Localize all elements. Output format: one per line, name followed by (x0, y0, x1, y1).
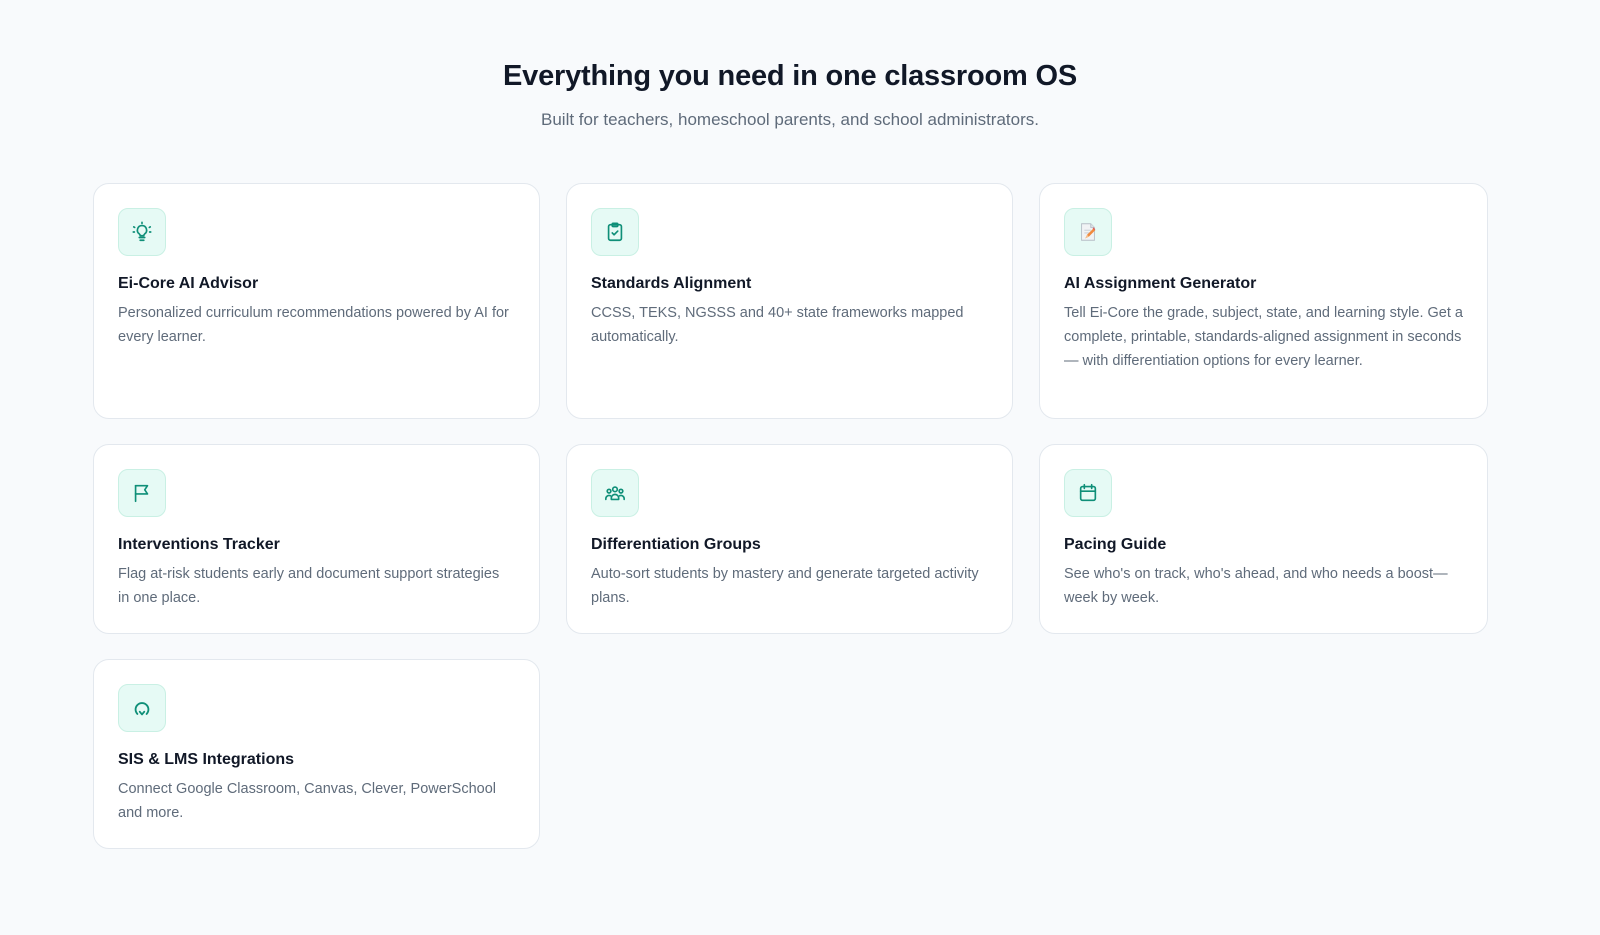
flag-icon (118, 469, 166, 517)
feature-title: Differentiation Groups (591, 536, 761, 553)
feature-description: Flag at-risk students early and document… (118, 566, 500, 606)
lightbulb-icon (118, 208, 166, 256)
feature-title: AI Assignment Generator (1064, 275, 1257, 292)
feature-card-ai-advisor: Ei-Core AI Advisor Personalized curricul… (93, 183, 540, 419)
feature-card-pacing-guide: Pacing Guide See who's on track, who's a… (1039, 444, 1488, 634)
feature-description: Personalized curriculum recommendations … (118, 305, 509, 345)
integration-link-icon (118, 684, 166, 732)
section-title: Everything you need in one classroom OS (503, 60, 1077, 92)
feature-title: Pacing Guide (1064, 536, 1167, 553)
feature-description: CCSS, TEKS, NGSSS and 40+ state framewor… (591, 305, 964, 345)
section-subtitle: Built for teachers, homeschool parents, … (541, 110, 1039, 129)
feature-title: Interventions Tracker (118, 536, 280, 553)
feature-card-standards-alignment: Standards Alignment CCSS, TEKS, NGSSS an… (566, 183, 1013, 419)
feature-description: Tell Ei-Core the grade, subject, state, … (1064, 305, 1463, 369)
feature-card-interventions-tracker: Interventions Tracker Flag at-risk stude… (93, 444, 540, 634)
feature-description: Connect Google Classroom, Canvas, Clever… (118, 781, 496, 821)
features-section: Everything you need in one classroom OS … (0, 0, 1600, 935)
document-pencil-icon (1064, 208, 1112, 256)
feature-description: See who's on track, who's ahead, and who… (1064, 566, 1448, 606)
feature-grid: Ei-Core AI Advisor Personalized curricul… (93, 183, 1488, 849)
feature-card-differentiation-groups: Differentiation Groups Auto-sort student… (566, 444, 1013, 634)
feature-description: Auto-sort students by mastery and genera… (591, 566, 979, 606)
feature-card-assignment-generator: AI Assignment Generator Tell Ei-Core the… (1039, 183, 1488, 419)
feature-card-integrations: SIS & LMS Integrations Connect Google Cl… (93, 659, 540, 849)
calendar-icon (1064, 469, 1112, 517)
clipboard-check-icon (591, 208, 639, 256)
feature-title: Ei-Core AI Advisor (118, 275, 259, 292)
users-group-icon (591, 469, 639, 517)
feature-title: Standards Alignment (591, 275, 752, 292)
feature-title: SIS & LMS Integrations (118, 751, 295, 768)
